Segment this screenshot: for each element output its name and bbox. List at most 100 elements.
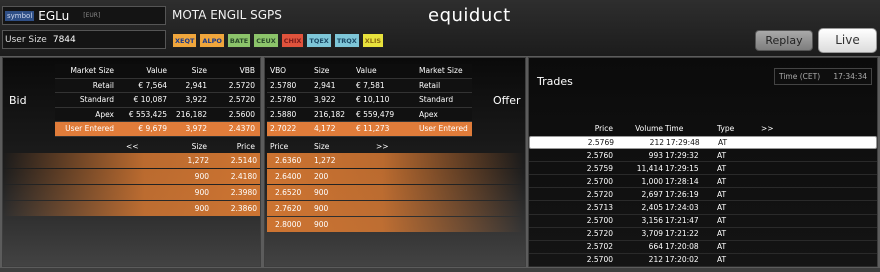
summary-value: € 11,273 [356,124,390,134]
symbol-label: symbol [5,10,35,21]
summary-size: 2,941 [185,80,207,90]
summary-size: 216,182 [314,109,346,119]
venue-toggle-trqx[interactable]: TRQX [333,33,360,48]
trade-row[interactable]: 2.5700 1,000 17:28:14 AT [529,175,877,189]
trade-volume: 212 [648,255,663,265]
bid-depth-row[interactable]: 900 2.3860 [3,201,260,216]
venue-toggle-xeqt[interactable]: XEQT [172,33,198,48]
summary-name: Retail [419,80,441,90]
trade-type: AT [717,203,727,213]
bid-book-price-col: Price [236,141,255,151]
offer-depth-row[interactable]: 2.6360 1,272 [267,153,523,168]
offer-book-header: Price Size >> [267,140,407,152]
trade-price: 2.5702 [586,242,613,252]
trades-title: Trades [537,75,573,88]
bid-summary-row: Retail € 7,564 2,941 2.5720 [55,78,260,93]
depth-size: 200 [314,171,329,181]
venue-toggle-alpo[interactable]: ALPO [199,33,225,48]
trade-row[interactable]: 2.5700 3,156 17:21:47 AT [529,215,877,228]
summary-size: 216,182 [175,109,207,119]
offer-summary-row: 2.5780 3,922 € 10,110 Standard [267,93,472,108]
depth-price: 2.5140 [230,155,257,165]
venue-toggle-chix[interactable]: CHIX [280,33,305,48]
user-size-field[interactable]: User Size 7844 [2,30,166,49]
depth-size: 900 [194,171,209,181]
venue-toggle-xlis[interactable]: XLIS [361,33,385,48]
trade-type: AT [718,138,728,148]
offer-summary-row: 2.7022 4,172 € 11,273 User Entered [267,122,472,137]
bid-side-label: Bid [9,94,27,107]
depth-price: 2.6400 [275,171,302,181]
venue-toggle-bate[interactable]: BATE [226,33,252,48]
offer-depth-row[interactable]: 2.6400 200 [267,169,523,184]
offer-next-nav[interactable]: >> [373,142,403,151]
offer-book-size-col: Size [314,141,330,151]
trade-row[interactable]: 2.5769 212 17:29:48 AT [529,136,877,150]
trade-row[interactable]: 2.5760 993 17:29:32 AT [529,149,877,163]
trade-type: AT [717,216,727,226]
time-display: Time (CET) 17:34:34 [774,68,872,85]
trade-row[interactable]: 2.5702 664 17:20:08 AT [529,241,877,254]
equiduct-trading-screen: symbol EGLu [EUR] MOTA ENGIL SGPS equidu… [0,0,880,272]
trade-row[interactable]: 2.5759 11,414 17:29:15 AT [529,162,877,176]
summary-name: Retail [92,80,114,90]
col-market-size: Market Size [419,66,463,76]
symbol-value[interactable]: EGLu [38,9,69,23]
summary-price: 2.5880 [270,109,297,119]
trade-row[interactable]: 2.5700 212 17:20:02 AT [529,254,877,267]
bid-depth-row[interactable]: 900 2.4180 [3,169,260,184]
venue-toggle-ceux[interactable]: CEUX [253,33,279,48]
bid-panel: Bid Market Size Value Size VBB Retail € 7… [2,57,261,267]
summary-value: € 7,564 [138,80,167,90]
trade-price: 2.5769 [587,138,614,148]
trade-time: 17:29:48 [666,138,700,148]
trade-price: 2.5700 [586,255,613,265]
offer-book-price-col: Price [270,141,289,151]
summary-value: € 553,425 [128,109,167,119]
depth-price: 2.3980 [230,187,257,197]
trade-time: 17:20:08 [665,242,699,252]
summary-size: 3,922 [314,95,336,105]
live-button[interactable]: Live [818,28,877,53]
offer-summary-table: VBO Size Value Market Size 2.5780 2,941 € … [267,64,472,137]
trade-volume: 2,405 [641,203,663,213]
trade-volume: 993 [648,150,663,160]
symbol-field[interactable]: symbol EGLu [EUR] [2,6,166,25]
col-value: Value [146,66,167,76]
bid-summary-header: Market Size Value Size VBB [55,64,260,79]
trade-time: 17:29:15 [665,163,699,173]
bid-depth-row[interactable]: 1,272 2.5140 [3,153,260,168]
trade-row[interactable]: 2.5713 2,405 17:24:03 AT [529,201,877,215]
currency-label: [EUR] [83,12,101,19]
offer-panel: Offer VBO Size Value Market Size 2.5780 2… [264,57,526,267]
offer-depth-row[interactable]: 2.7620 900 [267,201,523,216]
trade-row[interactable]: 2.5720 3,709 17:21:22 AT [529,228,877,241]
depth-price: 2.4180 [230,171,257,181]
summary-price: 2.5600 [228,109,255,119]
user-size-value[interactable]: 7844 [53,35,76,45]
summary-name: Standard [79,95,114,105]
trades-col-type: Type [717,124,735,133]
trades-col-price: Price [594,124,613,133]
trades-next-nav[interactable]: >> [761,124,791,133]
replay-button[interactable]: Replay [755,30,813,51]
trade-price: 2.5760 [586,150,613,160]
bid-prev-nav[interactable]: << [123,142,155,151]
trades-col-volume: Volume [635,124,663,133]
trade-volume: 212 [649,138,664,148]
offer-depth-row[interactable]: 2.8000 900 [267,217,523,232]
summary-size: 3,972 [185,124,207,134]
summary-size: 4,172 [314,124,336,134]
trade-type: AT [717,176,727,186]
trade-row[interactable]: 2.5720 2,697 17:26:19 AT [529,188,877,202]
trades-list: 2.5769 212 17:29:48 AT 2.5760 993 17:29:32 AT 2.… [529,136,877,267]
venue-toggle-tqex[interactable]: TQEX [306,33,332,48]
trade-volume: 3,709 [641,229,663,239]
equiduct-logo: equiduct [428,5,511,26]
col-size: Size [191,66,207,76]
trade-time: 17:21:47 [665,216,699,226]
bid-summary-row: Apex € 553,425 216,182 2.5600 [55,107,260,122]
offer-depth-row[interactable]: 2.6520 900 [267,185,523,200]
summary-value: € 7,581 [356,80,385,90]
bid-depth-row[interactable]: 900 2.3980 [3,185,260,200]
